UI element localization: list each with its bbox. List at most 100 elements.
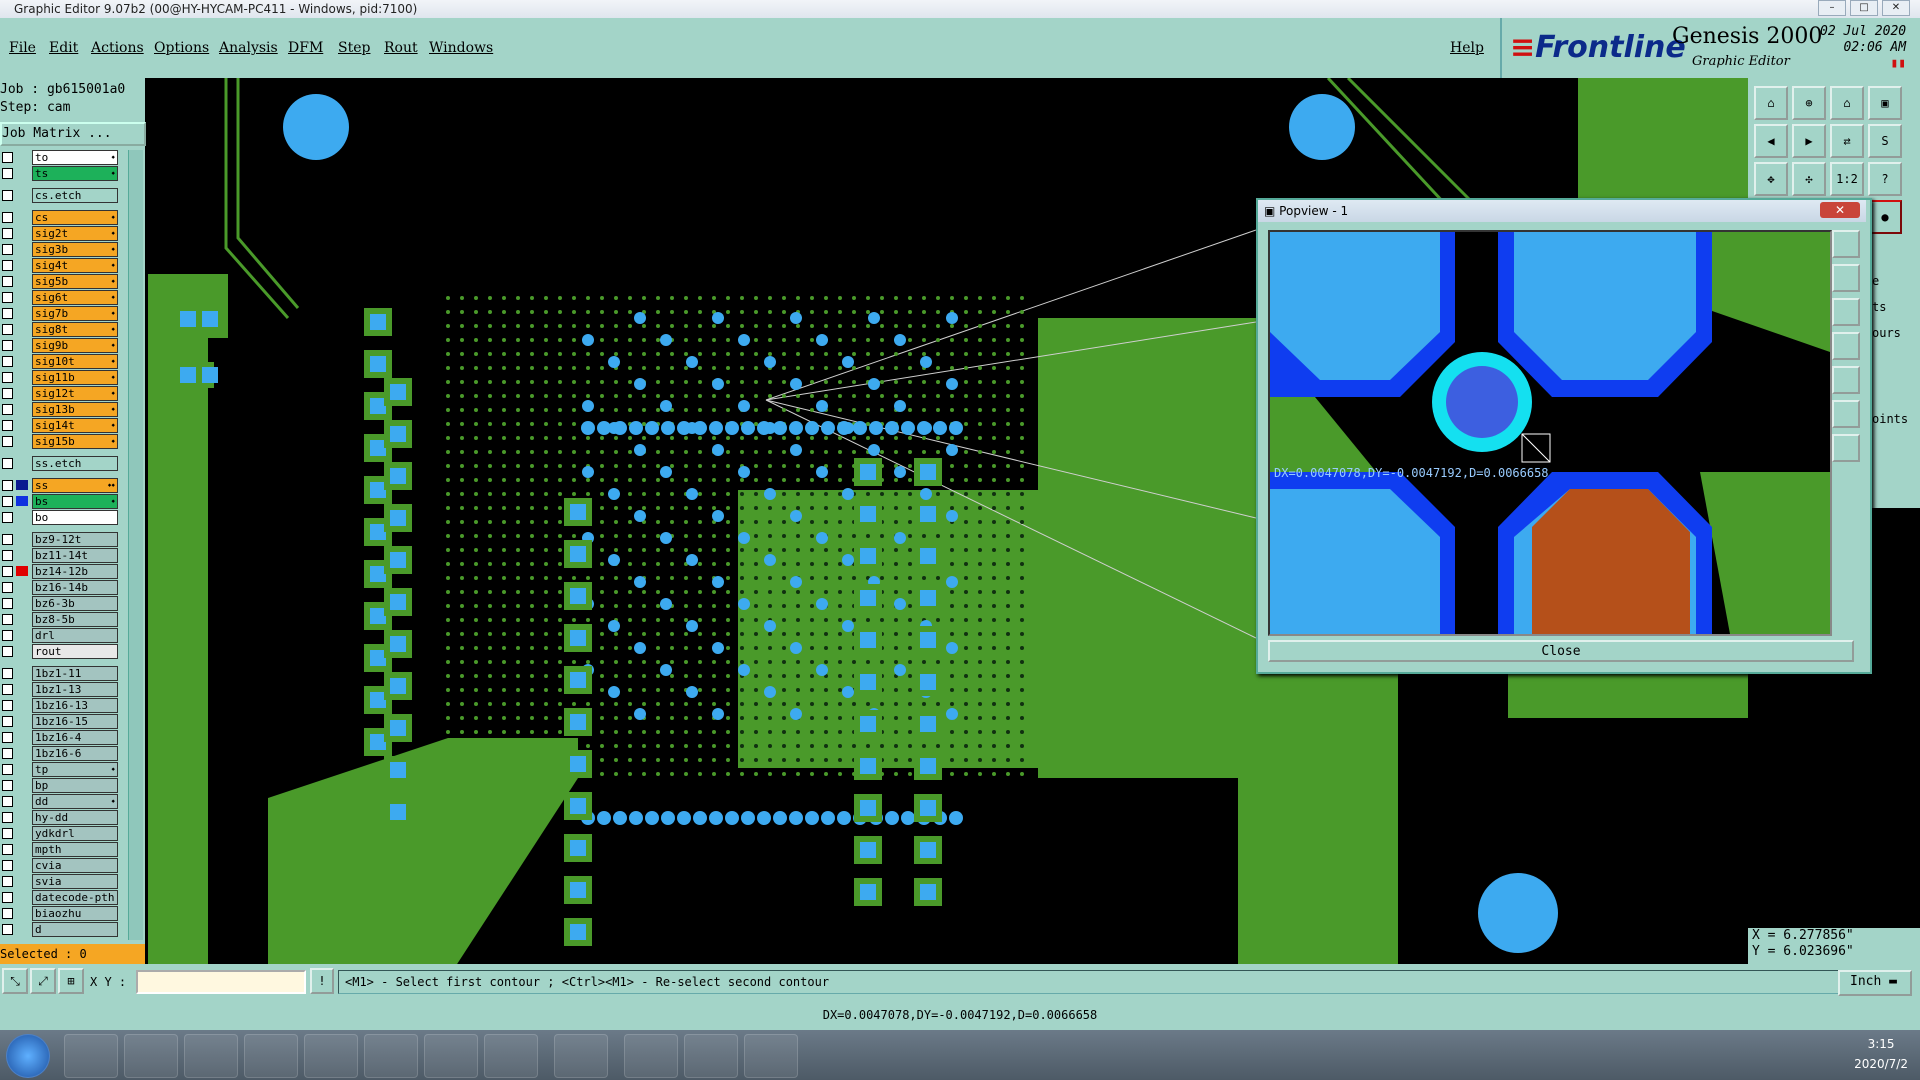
- layer-checkbox[interactable]: [2, 420, 13, 431]
- layer-row[interactable]: sig8t ⬩: [0, 322, 118, 337]
- layer-checkbox[interactable]: [2, 844, 13, 855]
- layer-row[interactable]: bz11-14t: [0, 548, 118, 563]
- layer-row[interactable]: mpth: [0, 842, 118, 857]
- popview-tool-icon-1[interactable]: [1832, 230, 1860, 258]
- layer-row[interactable]: bz9-12t: [0, 532, 118, 547]
- menu-actions[interactable]: Actions: [91, 40, 144, 56]
- layer-row[interactable]: 1bz16-6: [0, 746, 118, 761]
- layer-row[interactable]: drl: [0, 628, 118, 643]
- layer-checkbox[interactable]: [2, 582, 13, 593]
- taskbar-app-red-icon[interactable]: [184, 1034, 238, 1078]
- layer-row[interactable]: 1bz16-13: [0, 698, 118, 713]
- layer-checkbox[interactable]: [2, 404, 13, 415]
- layer-row[interactable]: bo: [0, 510, 118, 525]
- start-button[interactable]: [6, 1034, 50, 1078]
- layer-row[interactable]: bz14-12b: [0, 564, 118, 579]
- taskbar-app-genesis-icon[interactable]: [304, 1034, 358, 1078]
- popview-tool-icon-7[interactable]: [1832, 434, 1860, 462]
- layer-checkbox[interactable]: [2, 780, 13, 791]
- layer-row[interactable]: sig6t ⬩: [0, 290, 118, 305]
- pan-right-icon[interactable]: ▶: [1792, 124, 1826, 158]
- layer-row[interactable]: 1bz1-13: [0, 682, 118, 697]
- select-tool-icon[interactable]: ⤡: [2, 968, 28, 994]
- menu-edit[interactable]: Edit: [49, 40, 78, 56]
- units-selector[interactable]: Inch ▬: [1838, 970, 1912, 996]
- layer-row[interactable]: sig7b ⬩: [0, 306, 118, 321]
- popview-tool-icon-3[interactable]: [1832, 298, 1860, 326]
- minimize-button[interactable]: –: [1818, 0, 1846, 16]
- layer-row[interactable]: ydkdrl: [0, 826, 118, 841]
- menu-options[interactable]: Options: [154, 40, 209, 56]
- snap-icon[interactable]: S: [1868, 124, 1902, 158]
- maximize-button[interactable]: □: [1850, 0, 1878, 16]
- window-icon[interactable]: ▣: [1868, 86, 1902, 120]
- layer-checkbox[interactable]: [2, 260, 13, 271]
- record-icon[interactable]: ●: [1868, 200, 1902, 234]
- layer-checkbox[interactable]: [2, 614, 13, 625]
- layer-row[interactable]: hy-dd: [0, 810, 118, 825]
- layer-row[interactable]: 1bz1-11: [0, 666, 118, 681]
- popview-close-icon[interactable]: ✕: [1820, 202, 1860, 218]
- taskbar-app-save-icon[interactable]: [124, 1034, 178, 1078]
- layer-checkbox[interactable]: [2, 372, 13, 383]
- taskbar-app-bird-icon[interactable]: [484, 1034, 538, 1078]
- taskbar-app-shell-icon[interactable]: [64, 1034, 118, 1078]
- fit-icon[interactable]: ✥: [1754, 162, 1788, 196]
- popview-close-button[interactable]: Close: [1268, 640, 1854, 662]
- menu-file[interactable]: File: [9, 40, 36, 56]
- layer-checkbox[interactable]: [2, 646, 13, 657]
- layer-row[interactable]: cs ⬩: [0, 210, 118, 225]
- layer-checkbox[interactable]: [2, 228, 13, 239]
- layer-checkbox[interactable]: [2, 550, 13, 561]
- job-matrix-button[interactable]: Job Matrix ...: [0, 122, 146, 146]
- layer-row[interactable]: to ⬩: [0, 150, 118, 165]
- grid-tool-icon[interactable]: ⊞: [58, 968, 84, 994]
- layer-checkbox[interactable]: [2, 212, 13, 223]
- layer-row[interactable]: ts ⬩: [0, 166, 118, 181]
- layer-checkbox[interactable]: [2, 748, 13, 759]
- layer-checkbox[interactable]: [2, 480, 13, 491]
- layer-row[interactable]: 1bz16-4: [0, 730, 118, 745]
- layer-checkbox[interactable]: [2, 458, 13, 469]
- layer-row[interactable]: bz8-5b: [0, 612, 118, 627]
- layer-row[interactable]: datecode-pth: [0, 890, 118, 905]
- layer-row[interactable]: sig3b ⬩: [0, 242, 118, 257]
- taskbar-app-eye-icon[interactable]: [364, 1034, 418, 1078]
- layer-row[interactable]: ss.etch: [0, 456, 118, 471]
- taskbar-app-notes-icon[interactable]: [244, 1034, 298, 1078]
- layer-checkbox[interactable]: [2, 630, 13, 641]
- layer-checkbox[interactable]: [2, 308, 13, 319]
- layer-checkbox[interactable]: [2, 388, 13, 399]
- menu-help[interactable]: Help: [1450, 40, 1484, 56]
- popview-tool-icon-6[interactable]: [1832, 400, 1860, 428]
- layer-checkbox[interactable]: [2, 924, 13, 935]
- layer-checkbox[interactable]: [2, 356, 13, 367]
- scale-1-2-icon[interactable]: 1:2: [1830, 162, 1864, 196]
- taskbar-app-eye2-icon[interactable]: [684, 1034, 738, 1078]
- layer-row[interactable]: sig9b ⬩: [0, 338, 118, 353]
- layer-row[interactable]: ss ⬩⬩: [0, 478, 118, 493]
- layer-row[interactable]: sig10t ⬩: [0, 354, 118, 369]
- menu-rout[interactable]: Rout: [384, 40, 418, 56]
- layer-row[interactable]: sig11b ⬩: [0, 370, 118, 385]
- layer-row[interactable]: sig5b ⬩: [0, 274, 118, 289]
- layer-checkbox[interactable]: [2, 190, 13, 201]
- layer-checkbox[interactable]: [2, 764, 13, 775]
- layer-checkbox[interactable]: [2, 496, 13, 507]
- layer-checkbox[interactable]: [2, 684, 13, 695]
- taskbar-app-x-icon[interactable]: [424, 1034, 478, 1078]
- layer-checkbox[interactable]: [2, 244, 13, 255]
- taskbar-app-genesis2-icon[interactable]: [744, 1034, 798, 1078]
- layer-row[interactable]: bz6-3b: [0, 596, 118, 611]
- layer-checkbox[interactable]: [2, 908, 13, 919]
- layer-checkbox[interactable]: [2, 276, 13, 287]
- layer-checkbox[interactable]: [2, 436, 13, 447]
- system-clock[interactable]: 3:15 2020/7/2: [1854, 1034, 1908, 1074]
- layer-checkbox[interactable]: [2, 292, 13, 303]
- layer-checkbox[interactable]: [2, 668, 13, 679]
- layer-checkbox[interactable]: [2, 732, 13, 743]
- layer-checkbox[interactable]: [2, 892, 13, 903]
- layer-row[interactable]: dd ⬩: [0, 794, 118, 809]
- layer-checkbox[interactable]: [2, 324, 13, 335]
- layer-checkbox[interactable]: [2, 828, 13, 839]
